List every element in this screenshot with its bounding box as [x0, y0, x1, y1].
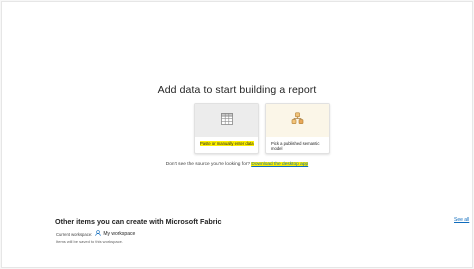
workspace-label: Current workspace:: [56, 231, 93, 237]
download-desktop-link[interactable]: Download the desktop app: [251, 162, 309, 167]
semantic-model-card[interactable]: Pick a published semantic model: [265, 103, 330, 154]
paste-data-card[interactable]: Paste or manually enter data: [194, 103, 259, 154]
create-report-page: Add data to start building a report Past…: [1, 1, 473, 268]
data-source-cards: Paste or manually enter data Pick a publ…: [194, 103, 330, 154]
workspace-selector[interactable]: My workspace: [95, 230, 135, 238]
workspace-note: Items will be saved to this workspace.: [56, 239, 123, 244]
card-illustration: [195, 104, 258, 137]
card-label: Pick a published semantic model: [271, 141, 320, 152]
card-illustration: [266, 104, 329, 137]
workspace-row: Current workspace: My workspace: [56, 230, 135, 238]
hero-section: Add data to start building a report: [2, 84, 472, 96]
semantic-model-icon: [291, 112, 304, 130]
fabric-section-title: Other items you can create with Microsof…: [55, 217, 222, 226]
card-label: Paste or manually enter data: [200, 141, 254, 146]
table-grid-icon: [220, 112, 233, 130]
person-icon: [95, 230, 102, 238]
see-all-link[interactable]: See all: [454, 217, 469, 223]
page-title: Add data to start building a report: [157, 84, 317, 96]
workspace-name: My workspace: [103, 231, 136, 237]
source-prompt-text: Don't see the source you're looking for?: [165, 162, 251, 167]
source-prompt: Don't see the source you're looking for?…: [2, 162, 472, 167]
